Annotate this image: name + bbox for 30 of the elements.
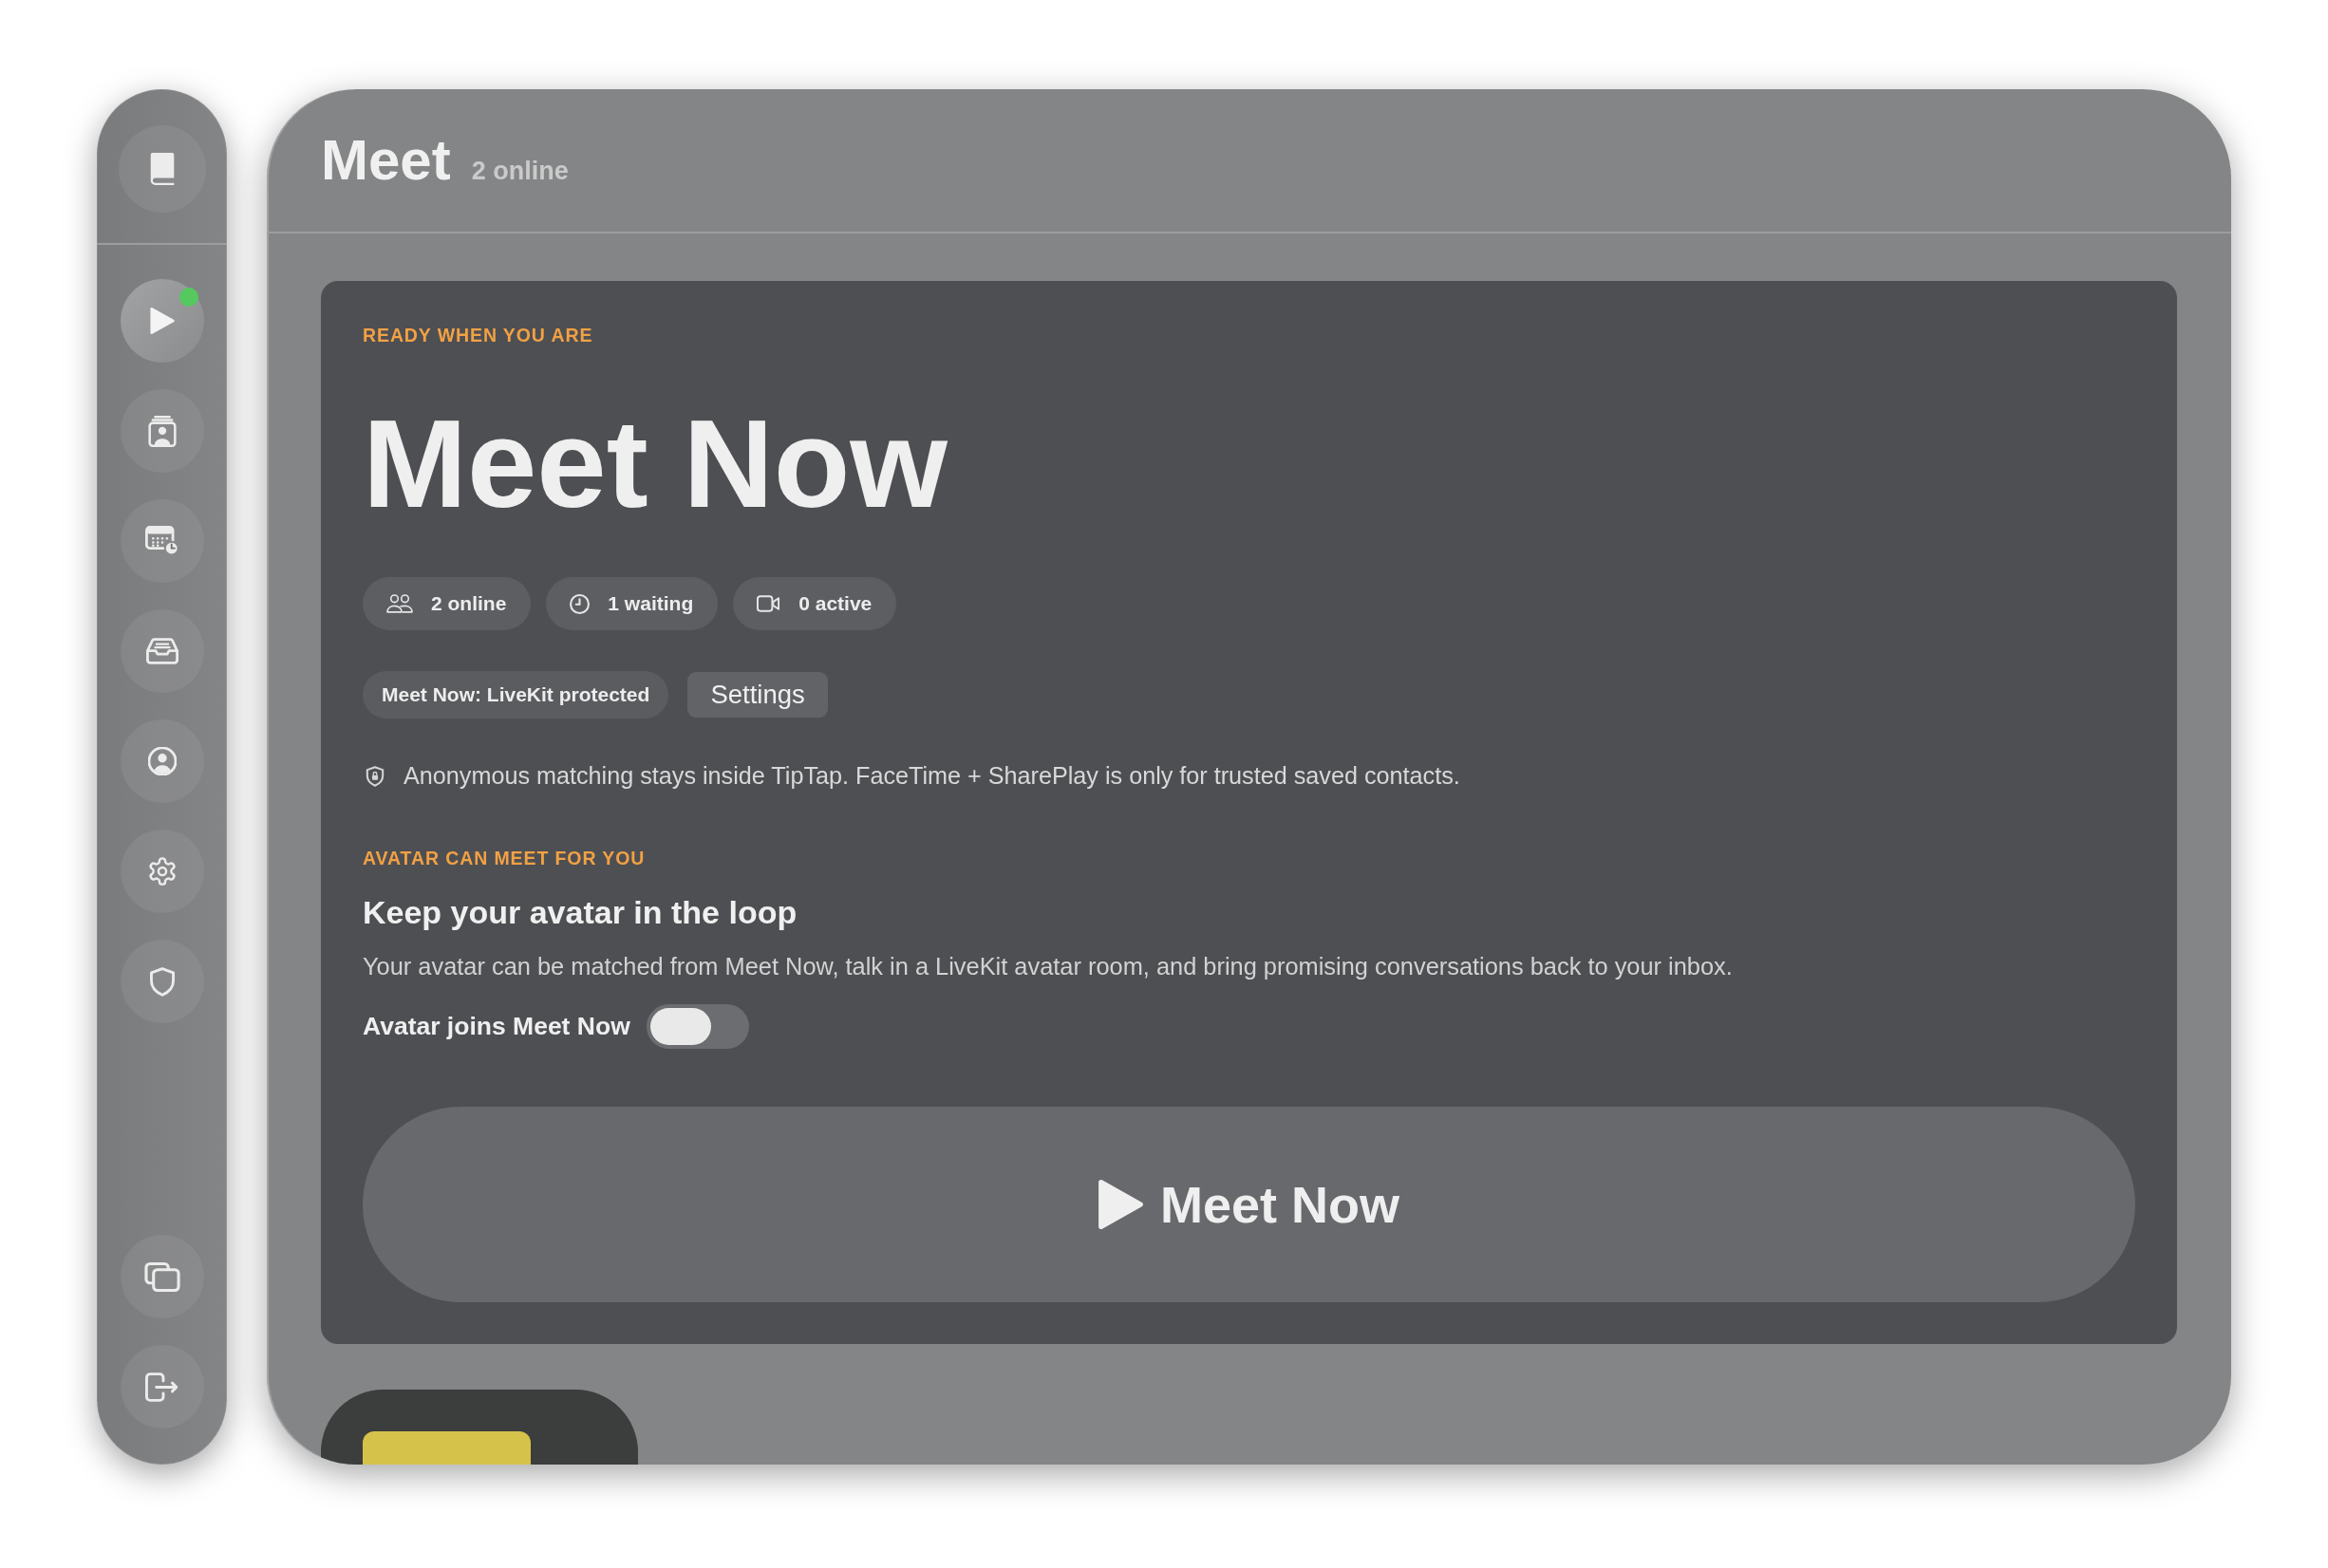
section-heading: Keep your avatar in the loop	[363, 893, 798, 932]
inbox-tray-icon	[145, 638, 178, 664]
calendar-clock-icon	[144, 526, 179, 556]
shield-lock-icon	[366, 765, 385, 787]
play-icon	[149, 308, 175, 334]
status-badge: Meet Now: LiveKit protected	[363, 671, 669, 719]
contact-card-icon	[147, 415, 177, 447]
meet-now-button[interactable]: Meet Now	[363, 1107, 2135, 1302]
toggle-switch[interactable]	[646, 1004, 749, 1049]
book-icon	[149, 153, 175, 185]
people-icon	[386, 594, 413, 613]
overlapping-windows-icon	[143, 1261, 180, 1292]
clock-icon	[570, 593, 591, 614]
page-title: Meet	[321, 132, 451, 189]
stat-label: 0 active	[798, 592, 873, 615]
hero-title: Meet Now	[363, 401, 948, 527]
settings-button[interactable]: Settings	[687, 672, 828, 718]
settings-icon	[147, 857, 177, 886]
section-eyebrow: AVATAR CAN MEET FOR YOU	[363, 848, 646, 869]
shield-icon	[149, 966, 175, 997]
exit-arrow-icon	[145, 1372, 178, 1402]
privacy-notice: Anonymous matching stays inside TipTap. FaceTime + SharePlay is only for trusted saved contacts.	[404, 761, 1460, 791]
toggle-label: Avatar joins Meet Now	[363, 1012, 630, 1041]
section-eyebrow: READY WHEN YOU ARE	[363, 325, 593, 346]
stat-label: 2 online	[431, 592, 507, 615]
online-count: 2 online	[471, 157, 569, 186]
stat-label: 1 waiting	[608, 592, 694, 615]
play-icon	[1098, 1180, 1143, 1229]
video-camera-icon	[757, 595, 781, 612]
section-description: Your avatar can be matched from Meet Now, talk in a LiveKit avatar room, and bring promising conversations back to your inbox.	[363, 952, 1733, 981]
